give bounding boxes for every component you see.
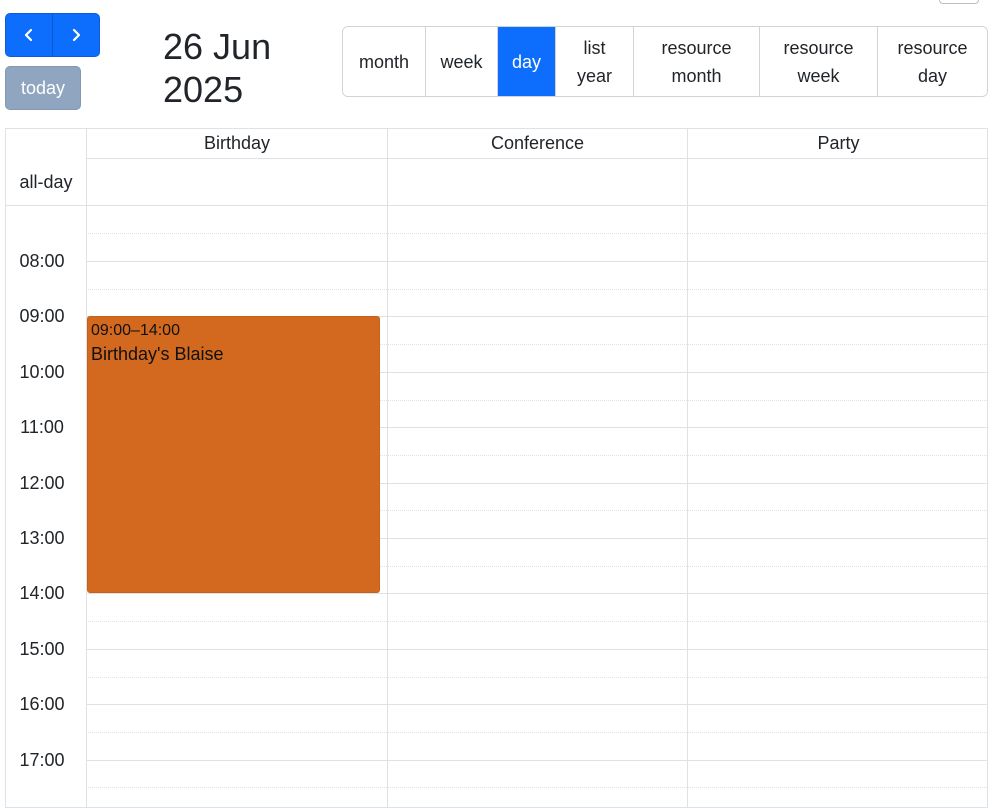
time-label: 15:00: [19, 638, 65, 659]
hour-line: [86, 759, 987, 761]
half-hour-line: [86, 621, 987, 623]
half-hour-line: [86, 731, 987, 733]
column-divider: [387, 129, 388, 807]
all-day-cell-birthday[interactable]: [86, 159, 387, 206]
view-month-button[interactable]: month: [343, 27, 426, 96]
event-time: 09:00–14:00: [91, 322, 180, 339]
page-title: 26 Jun 2025: [163, 26, 272, 110]
half-hour-line: [86, 288, 987, 290]
half-hour-line: [86, 233, 987, 235]
resource-header-conference: Conference: [387, 129, 687, 159]
chevron-left-icon: [24, 28, 33, 42]
event-block[interactable]: 09:00–14:00 Birthday's Blaise: [87, 316, 380, 593]
time-label: 12:00: [19, 472, 65, 493]
time-label: 13:00: [19, 528, 65, 548]
time-label: 16:00: [19, 694, 65, 715]
calendar-grid: Birthday Conference Party all-day 08:00 0…: [5, 128, 988, 808]
event-title: Birthday's Blaise: [91, 344, 224, 364]
view-week-button[interactable]: week: [426, 27, 498, 96]
half-hour-line: [86, 787, 987, 789]
view-resource-month-button[interactable]: resource month: [634, 27, 760, 96]
all-day-cell-party[interactable]: [687, 159, 987, 206]
all-day-label: all-day: [19, 172, 73, 192]
hour-line: [86, 261, 987, 262]
column-divider: [687, 129, 688, 807]
prev-button[interactable]: [6, 14, 52, 56]
view-day-button[interactable]: day: [498, 27, 556, 96]
next-button[interactable]: [52, 14, 99, 56]
view-resource-week-button[interactable]: resource week: [760, 27, 878, 96]
hour-line: [86, 593, 987, 595]
time-label: 10:00: [19, 361, 65, 382]
corner-button[interactable]: [939, 0, 979, 4]
view-switcher: month week day list year resource month …: [342, 26, 988, 97]
hour-line: [86, 648, 987, 650]
resource-header-birthday: Birthday: [86, 129, 387, 159]
time-label: 11:00: [20, 417, 64, 438]
view-list-year-button[interactable]: list year: [556, 27, 634, 96]
time-label: 09:00: [19, 306, 65, 327]
time-label: 08:00: [19, 251, 65, 271]
resource-header-party: Party: [687, 129, 987, 159]
time-label: 17:00: [19, 749, 65, 770]
view-resource-day-button[interactable]: resource day: [878, 27, 987, 96]
all-day-divider: [6, 205, 987, 206]
chevron-right-icon: [72, 28, 81, 42]
nav-button-group: [5, 13, 100, 57]
half-hour-line: [86, 676, 987, 678]
today-button[interactable]: today: [5, 66, 81, 110]
time-label: 14:00: [19, 583, 65, 604]
all-day-cell-conference[interactable]: [387, 159, 687, 206]
hour-line: [86, 704, 987, 706]
